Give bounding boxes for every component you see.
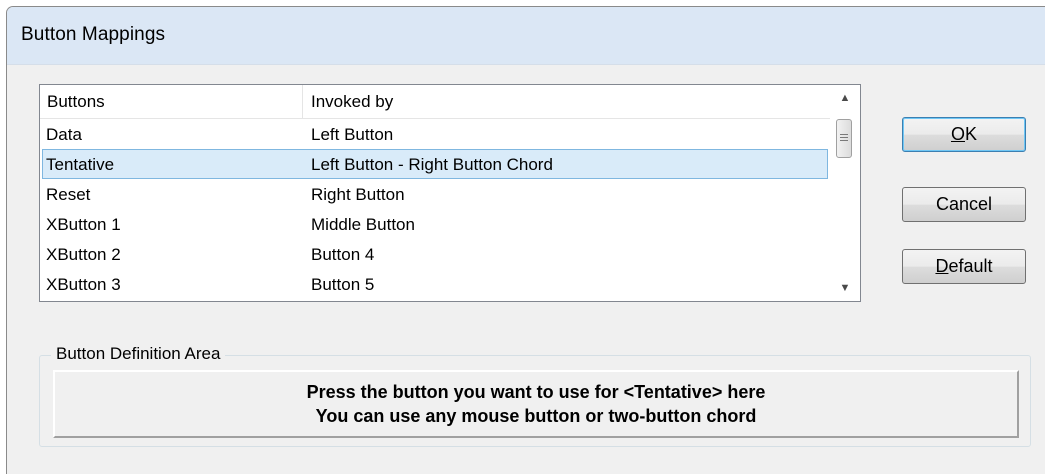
row-invoked-by: Middle Button xyxy=(311,215,415,234)
ok-button[interactable]: OK xyxy=(902,117,1026,152)
list-body: Data Left Button Tentative Left Button -… xyxy=(40,119,830,299)
list-row[interactable]: Data Left Button xyxy=(42,119,828,149)
chevron-up-icon: ▲ xyxy=(839,92,851,104)
list-row[interactable]: Reset Right Button xyxy=(42,179,828,209)
dialog-window: Button Mappings Buttons Invoked by Data … xyxy=(6,6,1045,474)
cancel-button[interactable]: Cancel xyxy=(902,187,1026,222)
list-row[interactable]: XButton 1 Middle Button xyxy=(42,209,828,239)
row-button-name: XButton 3 xyxy=(46,275,121,294)
dialog-client-area: Buttons Invoked by Data Left Button Tent… xyxy=(7,65,1045,474)
title-bar[interactable]: Button Mappings xyxy=(7,7,1045,65)
scroll-thumb[interactable] xyxy=(836,119,852,158)
row-invoked-by: Right Button xyxy=(311,185,405,204)
scroll-up-button[interactable]: ▲ xyxy=(830,85,860,111)
chevron-down-icon: ▼ xyxy=(839,282,851,294)
definition-instruction-line2: You can use any mouse button or two-butt… xyxy=(315,406,757,426)
ok-button-label: OK xyxy=(950,124,978,144)
row-button-name: Tentative xyxy=(46,155,115,174)
row-button-name: XButton 2 xyxy=(46,245,121,264)
column-header-buttons[interactable]: Buttons xyxy=(47,92,105,112)
cancel-button-label: Cancel xyxy=(935,194,993,214)
button-definition-area[interactable]: Press the button you want to use for <Te… xyxy=(53,370,1019,438)
definition-instruction-line1: Press the button you want to use for <Te… xyxy=(306,382,766,402)
button-mappings-list[interactable]: Buttons Invoked by Data Left Button Tent… xyxy=(39,84,861,302)
default-button-label: Default xyxy=(935,256,993,276)
row-invoked-by: Left Button xyxy=(311,125,394,144)
row-invoked-by: Button 5 xyxy=(311,275,375,294)
list-row[interactable]: XButton 2 Button 4 xyxy=(42,239,828,269)
row-button-name: Data xyxy=(46,125,82,144)
column-header-invoked-by[interactable]: Invoked by xyxy=(311,92,393,112)
list-row[interactable]: XButton 3 Button 5 xyxy=(42,269,828,299)
row-button-name: Reset xyxy=(46,185,91,204)
column-divider[interactable] xyxy=(302,85,303,118)
row-invoked-by: Left Button - Right Button Chord xyxy=(311,155,553,174)
list-row-selected[interactable]: Tentative Left Button - Right Button Cho… xyxy=(42,149,828,179)
default-button[interactable]: Default xyxy=(902,249,1026,284)
row-button-name: XButton 1 xyxy=(46,215,121,234)
scroll-down-button[interactable]: ▼ xyxy=(830,275,860,301)
row-invoked-by: Button 4 xyxy=(311,245,375,264)
vertical-scrollbar[interactable]: ▲ ▼ xyxy=(830,85,860,301)
list-header: Buttons Invoked by xyxy=(40,85,830,119)
groupbox-legend: Button Definition Area xyxy=(51,344,226,364)
grip-icon xyxy=(840,134,848,143)
window-title: Button Mappings xyxy=(21,24,166,45)
